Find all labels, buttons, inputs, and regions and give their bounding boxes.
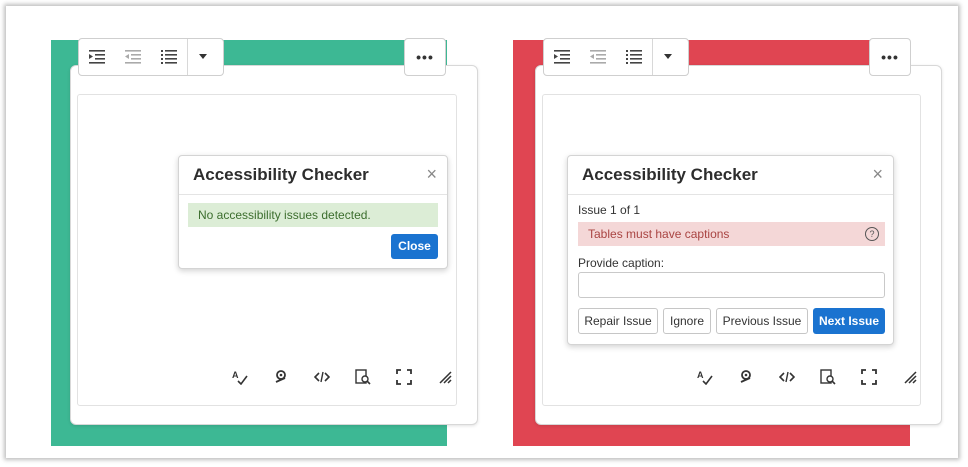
preview-icon[interactable] [348, 366, 378, 388]
toolbar-group-left [78, 38, 224, 76]
resize-handle-icon[interactable] [895, 366, 925, 388]
issue-message: Tables must have captions ? [578, 222, 885, 246]
chevron-down-icon[interactable] [187, 39, 218, 75]
ignore-button[interactable]: Ignore [663, 308, 711, 334]
preview-icon[interactable] [813, 366, 843, 388]
close-icon[interactable]: × [426, 164, 437, 185]
statusbar-left: A [225, 366, 471, 388]
spellcheck-icon[interactable]: A [225, 366, 255, 388]
svg-text:A: A [697, 370, 704, 380]
dialog-header: Accessibility Checker × [568, 156, 893, 195]
issue-counter: Issue 1 of 1 [578, 203, 641, 217]
accessibility-dialog-pass: Accessibility Checker × No accessibility… [178, 155, 448, 269]
close-icon[interactable]: × [872, 164, 883, 185]
close-button[interactable]: Close [391, 234, 438, 259]
dialog-header: Accessibility Checker × [179, 156, 447, 195]
dialog-title: Accessibility Checker [193, 165, 369, 184]
accessibility-icon[interactable] [266, 366, 296, 388]
help-icon[interactable]: ? [865, 227, 879, 241]
code-icon[interactable] [307, 366, 337, 388]
caption-label: Provide caption: [578, 256, 665, 270]
chevron-down-icon[interactable] [652, 39, 683, 75]
resize-handle-icon[interactable] [430, 366, 460, 388]
outdent-icon[interactable] [115, 39, 151, 75]
accessibility-icon[interactable] [731, 366, 761, 388]
caption-input[interactable] [578, 272, 885, 298]
more-options-button[interactable]: ••• [869, 38, 911, 76]
bullet-list-icon[interactable] [616, 39, 652, 75]
repair-issue-button[interactable]: Repair Issue [578, 308, 658, 334]
code-icon[interactable] [772, 366, 802, 388]
issue-message-text: Tables must have captions [588, 227, 730, 241]
previous-issue-button[interactable]: Previous Issue [716, 308, 808, 334]
toolbar-group-right [543, 38, 689, 76]
svg-text:A: A [232, 370, 239, 380]
next-issue-button[interactable]: Next Issue [813, 308, 885, 334]
more-options-button[interactable]: ••• [404, 38, 446, 76]
dialog-title: Accessibility Checker [582, 165, 758, 184]
accessibility-dialog-fail: Accessibility Checker × Issue 1 of 1 Tab… [567, 155, 894, 345]
spellcheck-icon[interactable]: A [690, 366, 720, 388]
fullscreen-icon[interactable] [854, 366, 884, 388]
success-message: No accessibility issues detected. [188, 203, 438, 227]
outdent-icon[interactable] [580, 39, 616, 75]
indent-icon[interactable] [544, 39, 580, 75]
indent-icon[interactable] [79, 39, 115, 75]
bullet-list-icon[interactable] [151, 39, 187, 75]
statusbar-right: A [690, 366, 936, 388]
fullscreen-icon[interactable] [389, 366, 419, 388]
